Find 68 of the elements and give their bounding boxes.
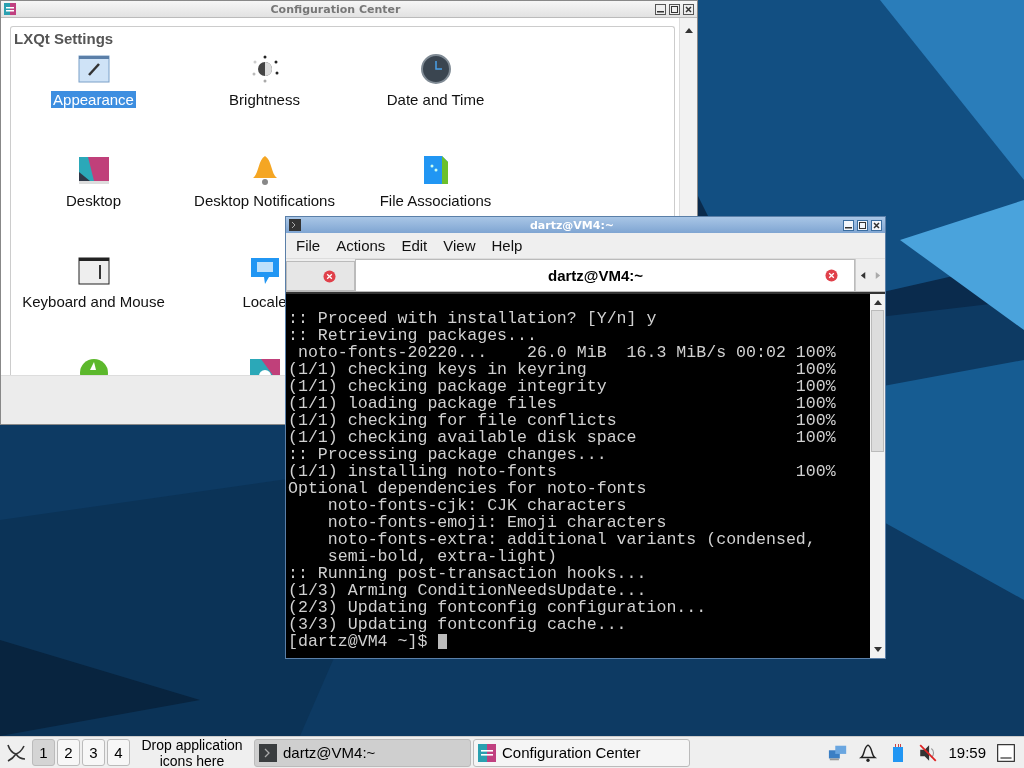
terminal-line: (1/1) installing noto-fonts 100% [288, 463, 836, 480]
menu-item[interactable]: Edit [393, 237, 436, 254]
terminal-line: (1/1) checking for file conflicts 100% [288, 412, 836, 429]
menu-item[interactable]: Actions [328, 237, 394, 254]
drop-hint: Drop application icons here [140, 736, 244, 768]
brush-window-icon[interactable] [77, 53, 110, 85]
terminal-line: (1/1) checking keys in keyring 100% [288, 361, 836, 378]
terminal-line: noto-fonts-20220... 26.0 MiB 16.3 MiB/s 00:02 100% [296, 344, 836, 361]
scroll-up-icon[interactable] [872, 298, 883, 308]
settings-app-icon [4, 3, 16, 15]
section-heading: LXQt Settings [14, 30, 115, 47]
close-icon[interactable] [683, 3, 694, 15]
scroll-left-icon[interactable] [860, 270, 867, 280]
settings-item[interactable]: Locale [240, 293, 289, 310]
desktop-switch-button[interactable]: 4 [107, 739, 130, 766]
menu-item[interactable]: Help [483, 237, 531, 254]
scroll-down-icon[interactable] [872, 644, 883, 654]
menu-item[interactable]: File [288, 237, 329, 254]
terminal-line: (1/1) checking package integrity 100% [288, 378, 836, 395]
settings-item[interactable]: Keyboard and Mouse [20, 293, 167, 310]
desktop-switch-button[interactable]: 3 [82, 739, 105, 766]
menu-item[interactable]: View [435, 237, 484, 254]
settings-item[interactable]: Desktop Notifications [192, 192, 337, 209]
minimize-icon[interactable] [655, 3, 666, 15]
terminal-line: :: Retrieving packages... [288, 327, 537, 344]
task-button[interactable]: Configuration Center [473, 738, 690, 767]
terminal-line: semi-bold, extra-light) [326, 548, 557, 565]
window-title: dartz@VM4:~ [528, 218, 616, 232]
settings-item[interactable]: Desktop [64, 192, 123, 209]
desktop-wallpaper-icon[interactable] [77, 154, 110, 186]
terminal-tab[interactable] [286, 261, 355, 291]
settings-item[interactable]: Date and Time [384, 91, 487, 108]
clock[interactable]: 19:59 [948, 744, 986, 761]
terminal-line: (2/3) Updating fontconfig configuration... [288, 599, 707, 616]
terminal-line: [dartz@VM4 ~]$ [288, 633, 428, 650]
task-button[interactable]: dartz@VM4:~ [254, 738, 471, 767]
terminal-line: noto-fonts-extra: additional variants (condensed, [326, 531, 816, 548]
desktop-switch-button[interactable]: 1 [32, 739, 55, 766]
terminal-line: :: Processing package changes... [288, 446, 607, 463]
terminal-line: Optional dependencies for noto-fonts [288, 480, 647, 497]
muted-speaker-icon[interactable] [918, 742, 939, 763]
maximize-icon[interactable] [857, 219, 868, 231]
window-title: Configuration Center [269, 2, 402, 16]
bell-icon[interactable] [858, 742, 879, 763]
terminal-app-icon [259, 743, 277, 762]
maximize-icon[interactable] [669, 3, 680, 15]
terminal-tab[interactable]: dartz@VM4:~ [355, 259, 855, 291]
terminal-line: (1/3) Arming ConditionNeedsUpdate... [288, 582, 647, 599]
minimize-icon[interactable] [843, 219, 854, 231]
scroll-up-icon[interactable] [683, 26, 694, 36]
settings-app-icon [478, 743, 496, 762]
terminal-line: noto-fonts-emoji: Emoji characters [326, 514, 667, 531]
desktop-switch-button[interactable]: 2 [57, 739, 80, 766]
settings-item[interactable]: Brightness [227, 91, 302, 108]
terminal-line: :: Proceed with installation? [Y/n] y [288, 310, 657, 327]
terminal-line: noto-fonts-cjk: CJK characters [326, 497, 627, 514]
window-icon[interactable] [77, 255, 110, 287]
show-desktop-icon[interactable] [996, 742, 1016, 763]
close-icon[interactable] [871, 219, 882, 231]
terminal-cursor [438, 634, 447, 649]
terminal-line: (1/1) loading package files 100% [288, 395, 836, 412]
terminal-line: (3/3) Updating fontconfig cache... [288, 616, 627, 633]
terminal-app-icon [289, 219, 301, 231]
scrollbar-thumb[interactable] [871, 310, 884, 452]
terminal-line: :: Running post-transaction hooks... [288, 565, 647, 582]
terminal-line: (1/1) checking available disk space 100% [288, 429, 836, 446]
settings-item[interactable]: File Associations [377, 192, 494, 209]
clock-icon[interactable] [419, 53, 452, 85]
